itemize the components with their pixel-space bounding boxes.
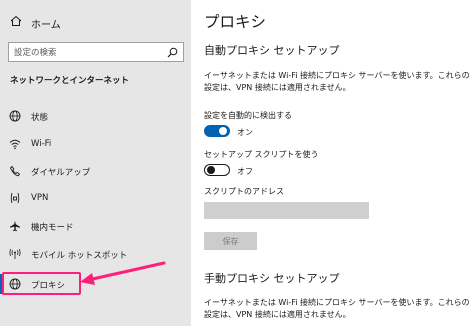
auto-proxy-description: イーサネットまたは Wi-Fi 接続にプロキシ サーバーを使います。これらの設定…	[204, 71, 470, 92]
annotation-highlight-box	[2, 272, 81, 295]
settings-search-input[interactable]	[14, 46, 164, 59]
script-address-input[interactable]	[204, 202, 369, 219]
settings-search-box[interactable]	[8, 42, 184, 62]
annotation-arrow	[80, 261, 166, 285]
search-icon[interactable]	[167, 47, 178, 58]
toggle-knob	[219, 127, 227, 135]
manual-proxy-heading: 手動プロキシ セットアップ	[204, 272, 340, 285]
vpn-icon	[10, 192, 20, 204]
main-content: プロキシ 自動プロキシ セットアップ イーサネットまたは Wi-Fi 接続にプロ…	[191, 0, 474, 326]
detect-settings-label: 設定を自動的に検出する	[204, 111, 292, 120]
home-label: ホーム	[31, 20, 61, 31]
manual-proxy-description: イーサネットまたは Wi-Fi 接続にプロキシ サーバーを使います。これらの設定…	[204, 298, 470, 319]
sidebar-item-dialup[interactable]: ダイヤルアップ	[0, 158, 191, 184]
auto-proxy-heading: 自動プロキシ セットアップ	[204, 44, 340, 57]
sidebar-item-label: ダイヤルアップ	[31, 168, 91, 178]
toggle-knob	[207, 166, 215, 174]
phone-icon	[9, 165, 21, 177]
wifi-icon	[9, 139, 21, 150]
home-icon	[10, 15, 22, 26]
sidebar-item-airplane-mode[interactable]: 機内モード	[0, 213, 191, 239]
setup-script-toggle[interactable]	[204, 164, 230, 176]
sidebar-item-label: Wi-Fi	[31, 139, 52, 149]
save-button[interactable]: 保存	[204, 232, 257, 250]
hotspot-icon	[9, 248, 21, 259]
page-title: プロキシ	[204, 13, 267, 31]
section-title: ネットワークとインターネット	[10, 76, 130, 86]
script-address-label: スクリプトのアドレス	[204, 187, 284, 196]
sidebar-item-status[interactable]: 状態	[0, 103, 191, 129]
home-nav-item[interactable]: ホーム	[0, 12, 191, 32]
setup-script-state: オフ	[237, 167, 253, 176]
detect-settings-state: オン	[237, 128, 253, 137]
sidebar-item-vpn[interactable]: VPN	[0, 185, 191, 211]
detect-settings-toggle[interactable]	[204, 125, 230, 137]
sidebar-item-label: 状態	[31, 113, 49, 123]
airplane-icon	[10, 220, 20, 232]
setup-script-label: セットアップ スクリプトを使う	[204, 150, 319, 159]
globe-icon	[9, 110, 21, 122]
sidebar-item-wifi[interactable]: Wi-Fi	[0, 131, 191, 157]
sidebar-item-label: VPN	[31, 193, 49, 203]
sidebar-item-label: 機内モード	[31, 223, 74, 233]
